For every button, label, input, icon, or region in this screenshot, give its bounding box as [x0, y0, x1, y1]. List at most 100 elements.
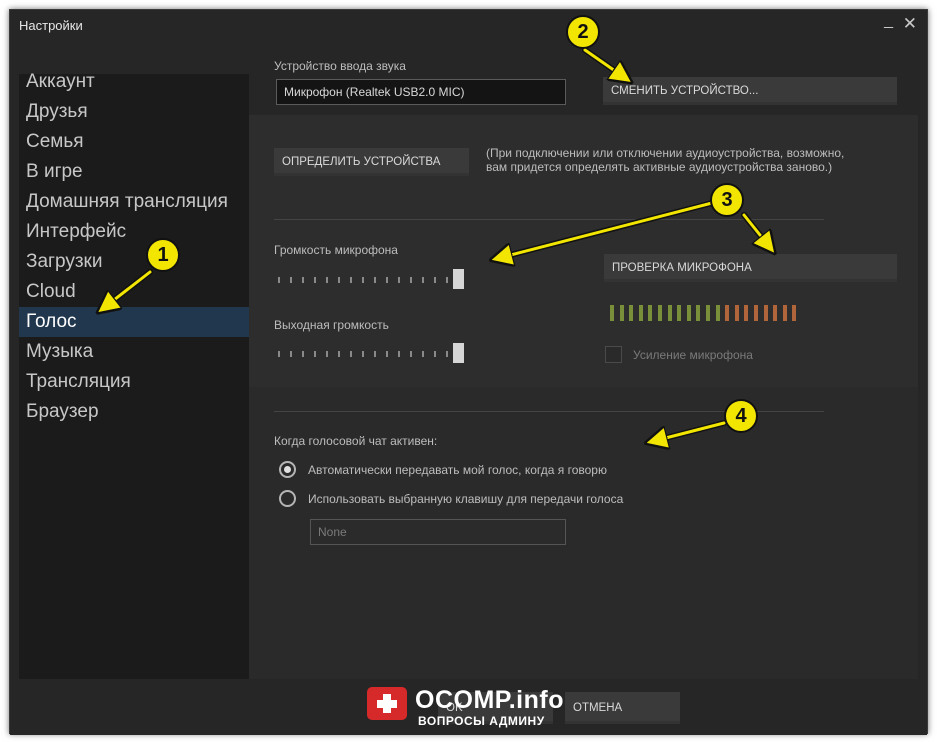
push-to-talk-key-field[interactable]: None [310, 519, 566, 545]
mic-level-meter [610, 305, 810, 321]
meter-bar [725, 305, 730, 321]
close-icon[interactable]: ✕ [903, 14, 917, 34]
meter-bar [744, 305, 749, 321]
voice-active-label: Когда голосовой чат активен: [274, 434, 438, 448]
meter-bar [648, 305, 653, 321]
auto-transmit-radio[interactable] [279, 461, 296, 478]
sidebar-item-voice[interactable]: Голос [19, 307, 249, 337]
slider-tick [326, 351, 328, 357]
push-to-talk-label: Использовать выбранную клавишу для перед… [308, 492, 624, 506]
sidebar-item-interface[interactable]: Интерфейс [19, 217, 249, 247]
callout-1: 1 [146, 238, 180, 272]
slider-tick [422, 277, 424, 283]
meter-bar [754, 305, 758, 321]
auto-transmit-label: Автоматически передавать мой голос, когд… [308, 463, 607, 477]
meter-bar [658, 305, 662, 321]
sidebar-item-home-streaming[interactable]: Домашняя трансляция [19, 187, 249, 217]
slider-tick [362, 277, 364, 283]
slider-tick [374, 351, 376, 357]
minimize-icon[interactable]: _ [884, 12, 893, 30]
watermark-tagline: ВОПРОСЫ АДМИНУ [418, 714, 545, 728]
slider-tick [446, 277, 448, 283]
slider-tick [386, 351, 388, 357]
slider-tick [422, 351, 424, 357]
sidebar-item-in-game[interactable]: В игре [19, 157, 249, 187]
slider-tick [314, 351, 316, 357]
push-to-talk-radio[interactable] [279, 490, 296, 507]
mic-boost-checkbox[interactable] [605, 346, 622, 363]
mic-volume-label: Громкость микрофона [274, 243, 398, 257]
meter-bar [610, 305, 614, 321]
meter-bar [638, 305, 643, 321]
radio-selected-dot [284, 466, 291, 473]
slider-tick [338, 351, 340, 357]
cancel-button[interactable]: ОТМЕНА [565, 692, 680, 724]
slider-tick [302, 351, 304, 357]
slider-tick [446, 351, 448, 357]
meter-bar [619, 305, 624, 321]
callout-3: 3 [710, 183, 744, 217]
slider-tick [362, 351, 364, 357]
meter-bar [792, 305, 797, 321]
ocomp-watermark: OCOMP.info ВОПРОСЫ АДМИНУ [367, 686, 577, 731]
callout-4: 4 [724, 399, 758, 433]
slider-thumb[interactable] [453, 269, 464, 289]
slider-tick [350, 351, 352, 357]
meter-bar [706, 305, 710, 321]
slider-thumb[interactable] [453, 343, 464, 363]
slider-tick [410, 351, 412, 357]
meter-bar [773, 305, 778, 321]
window-title: Настройки [19, 18, 83, 33]
meter-bar [734, 305, 739, 321]
detect-devices-button[interactable]: ОПРЕДЕЛИТЬ УСТРОЙСТВА [274, 148, 469, 176]
sidebar-item-cloud[interactable]: Cloud [19, 277, 249, 307]
slider-tick [434, 351, 436, 357]
meter-bar [696, 305, 701, 321]
slider-tick [278, 277, 280, 283]
slider-tick [302, 277, 304, 283]
plus-cross-icon [367, 687, 407, 720]
mic-volume-slider[interactable] [274, 269, 479, 289]
settings-sidebar: Аккаунт Друзья Семья В игре Домашняя тра… [19, 47, 249, 679]
watermark-brand: OCOMP.info [415, 686, 564, 714]
slider-tick [434, 277, 436, 283]
input-device-label: Устройство ввода звука [274, 59, 406, 73]
sidebar-item-music[interactable]: Музыка [19, 337, 249, 367]
meter-bar [782, 305, 787, 321]
slider-tick [374, 277, 376, 283]
slider-tick [398, 351, 400, 357]
test-mic-button[interactable]: ПРОВЕРКА МИКРОФОНА [604, 254, 897, 282]
sidebar-item-broadcasting[interactable]: Трансляция [19, 367, 249, 397]
slider-tick [350, 277, 352, 283]
sidebar-item-browser[interactable]: Браузер [19, 397, 249, 427]
sidebar-item-friends[interactable]: Друзья [19, 97, 249, 127]
slider-tick [290, 277, 292, 283]
meter-bar [677, 305, 682, 321]
meter-bar [667, 305, 672, 321]
output-volume-slider[interactable] [274, 343, 479, 363]
title-bar: Настройки _ ✕ [10, 10, 927, 44]
meter-bar [629, 305, 634, 321]
settings-window: Настройки _ ✕ Аккаунт Друзья Семья В игр… [9, 9, 928, 735]
voice-settings-panel: Устройство ввода звука Микрофон (Realtek… [249, 47, 918, 679]
meter-bar [763, 305, 768, 321]
slider-tick [290, 351, 292, 357]
slider-tick [326, 277, 328, 283]
slider-tick [338, 277, 340, 283]
meter-bar [686, 305, 691, 321]
change-device-button[interactable]: СМЕНИТЬ УСТРОЙСТВО... [603, 77, 897, 105]
input-device-field[interactable]: Микрофон (Realtek USB2.0 MIC) [276, 79, 566, 105]
output-volume-label: Выходная громкость [274, 318, 389, 332]
slider-tick [278, 351, 280, 357]
slider-tick [386, 277, 388, 283]
divider [274, 219, 824, 220]
callout-2: 2 [566, 15, 600, 49]
sidebar-item-downloads[interactable]: Загрузки [19, 247, 249, 277]
meter-bar [715, 305, 720, 321]
sidebar-item-family[interactable]: Семья [19, 127, 249, 157]
detect-devices-note: (При подключении или отключении аудиоуст… [486, 146, 845, 174]
sidebar-item-account[interactable]: Аккаунт [19, 67, 249, 97]
mic-boost-label: Усиление микрофона [633, 348, 753, 362]
slider-tick [410, 277, 412, 283]
slider-tick [398, 277, 400, 283]
